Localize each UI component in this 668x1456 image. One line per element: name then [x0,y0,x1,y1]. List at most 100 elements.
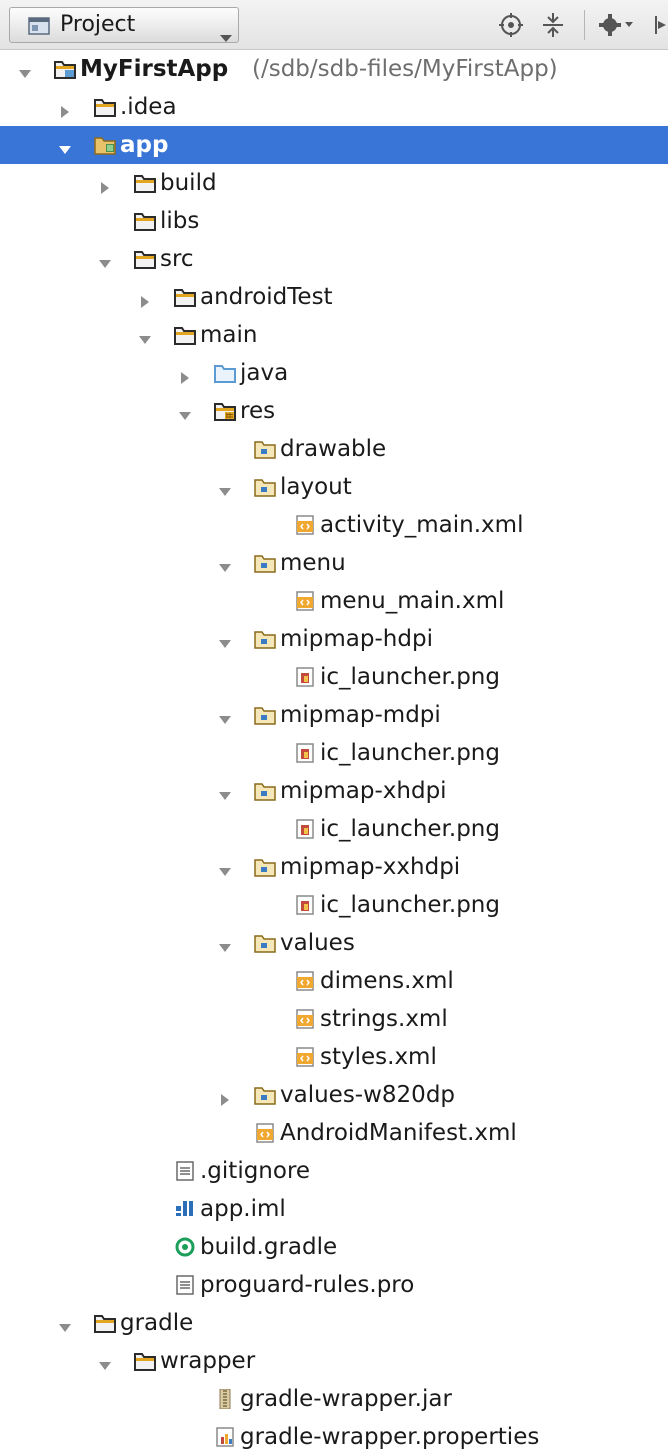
tree-node-label: mipmap-hdpi [280,626,433,652]
text-file-icon [174,1161,196,1181]
tree-node[interactable]: .gitignore [0,1152,668,1190]
tree-node-label: AndroidManifest.xml [280,1120,517,1146]
tree-node-label: mipmap-mdpi [280,702,441,728]
expand-arrow-icon[interactable] [218,859,232,885]
tree-node[interactable]: src [0,240,668,278]
scroll-from-source-icon[interactable] [498,12,524,38]
tree-node[interactable]: MyFirstApp (/sdb/sdb-files/MyFirstApp) [0,50,668,88]
tree-node[interactable]: gradle-wrapper.jar [0,1380,668,1418]
expand-arrow-icon[interactable] [138,327,152,353]
tree-node[interactable]: build.gradle [0,1228,668,1266]
tree-node[interactable]: ic_launcher.png [0,658,668,696]
collapse-arrow-icon[interactable] [178,365,192,391]
collapse-arrow-icon[interactable] [138,289,152,315]
jar-file-icon [214,1388,236,1410]
tree-node[interactable]: build [0,164,668,202]
xml-file-icon [294,1009,316,1029]
hide-panel-icon[interactable] [652,12,668,38]
xml-file-icon [294,971,316,991]
source-folder-icon [214,363,236,383]
tree-node-label: build [160,170,217,196]
tree-node[interactable]: app [0,126,668,164]
tree-node[interactable]: values [0,924,668,962]
expand-arrow-icon[interactable] [178,403,192,429]
tree-node-label: values [280,930,355,956]
project-path-label: (/sdb/sdb-files/MyFirstApp) [252,56,558,82]
project-view-icon [28,16,50,42]
expand-arrow-icon[interactable] [18,61,32,87]
tree-node[interactable]: gradle-wrapper.properties [0,1418,668,1456]
tree-node[interactable]: activity_main.xml [0,506,668,544]
resource-folder-icon [254,553,276,573]
tree-node[interactable]: styles.xml [0,1038,668,1076]
collapse-arrow-icon[interactable] [218,1087,232,1113]
tree-node[interactable]: layout [0,468,668,506]
folder-icon [94,1313,116,1333]
resource-folder-icon [254,629,276,649]
tree-node[interactable]: proguard-rules.pro [0,1266,668,1304]
tree-node[interactable]: mipmap-mdpi [0,696,668,734]
tree-node[interactable]: menu_main.xml [0,582,668,620]
xml-file-icon [294,591,316,611]
tree-node[interactable]: ic_launcher.png [0,886,668,924]
expand-arrow-icon[interactable] [218,555,232,581]
chevron-down-icon [220,23,232,49]
expand-arrow-icon[interactable] [218,631,232,657]
expand-arrow-icon[interactable] [58,137,72,163]
tree-node-label: dimens.xml [320,968,454,994]
tree-node-label: java [240,360,289,386]
xml-file-icon [294,515,316,535]
tree-node[interactable]: wrapper [0,1342,668,1380]
expand-arrow-icon[interactable] [218,783,232,809]
tree-node-label: androidTest [200,284,333,310]
resource-folder-icon [254,857,276,877]
tree-node-label: proguard-rules.pro [200,1272,415,1298]
tree-node-label: gradle [120,1310,194,1336]
tree-node[interactable]: res [0,392,668,430]
tree-node[interactable]: AndroidManifest.xml [0,1114,668,1152]
tree-node-label: libs [160,208,200,234]
expand-arrow-icon[interactable] [98,251,112,277]
tree-node[interactable]: main [0,316,668,354]
tree-node-label: menu [280,550,346,576]
view-selector-dropdown[interactable]: Project [9,7,239,43]
image-file-icon [294,895,316,915]
tree-node[interactable]: strings.xml [0,1000,668,1038]
tree-node[interactable]: dimens.xml [0,962,668,1000]
tree-node-label: .gitignore [200,1158,311,1184]
tree-node-label: styles.xml [320,1044,437,1070]
tree-node[interactable]: mipmap-hdpi [0,620,668,658]
tree-node[interactable]: menu [0,544,668,582]
expand-arrow-icon[interactable] [98,1353,112,1379]
tree-node[interactable]: drawable [0,430,668,468]
folder-icon [134,211,156,231]
tree-node[interactable]: libs [0,202,668,240]
tree-node[interactable]: .idea [0,88,668,126]
image-file-icon [294,743,316,763]
tree-node-label: main [200,322,258,348]
expand-arrow-icon[interactable] [58,1315,72,1341]
tree-node[interactable]: ic_launcher.png [0,810,668,848]
collapse-arrow-icon[interactable] [98,175,112,201]
collapse-arrow-icon[interactable] [58,99,72,125]
module-folder-icon [94,135,116,155]
tree-node[interactable]: gradle [0,1304,668,1342]
expand-arrow-icon[interactable] [218,479,232,505]
tree-node[interactable]: androidTest [0,278,668,316]
resource-folder-icon [254,781,276,801]
expand-arrow-icon[interactable] [218,707,232,733]
folder-icon [174,287,196,307]
tree-node[interactable]: java [0,354,668,392]
collapse-all-icon[interactable] [540,12,566,38]
expand-arrow-icon[interactable] [218,935,232,961]
tree-node-label: src [160,246,194,272]
gear-icon[interactable] [598,12,634,38]
tree-node[interactable]: values-w820dp [0,1076,668,1114]
tree-node[interactable]: mipmap-xhdpi [0,772,668,810]
tree-node-label: build.gradle [200,1234,338,1260]
resource-root-icon [214,401,236,421]
xml-file-icon [254,1123,276,1143]
tree-node[interactable]: mipmap-xxhdpi [0,848,668,886]
tree-node[interactable]: ic_launcher.png [0,734,668,772]
tree-node[interactable]: app.iml [0,1190,668,1228]
